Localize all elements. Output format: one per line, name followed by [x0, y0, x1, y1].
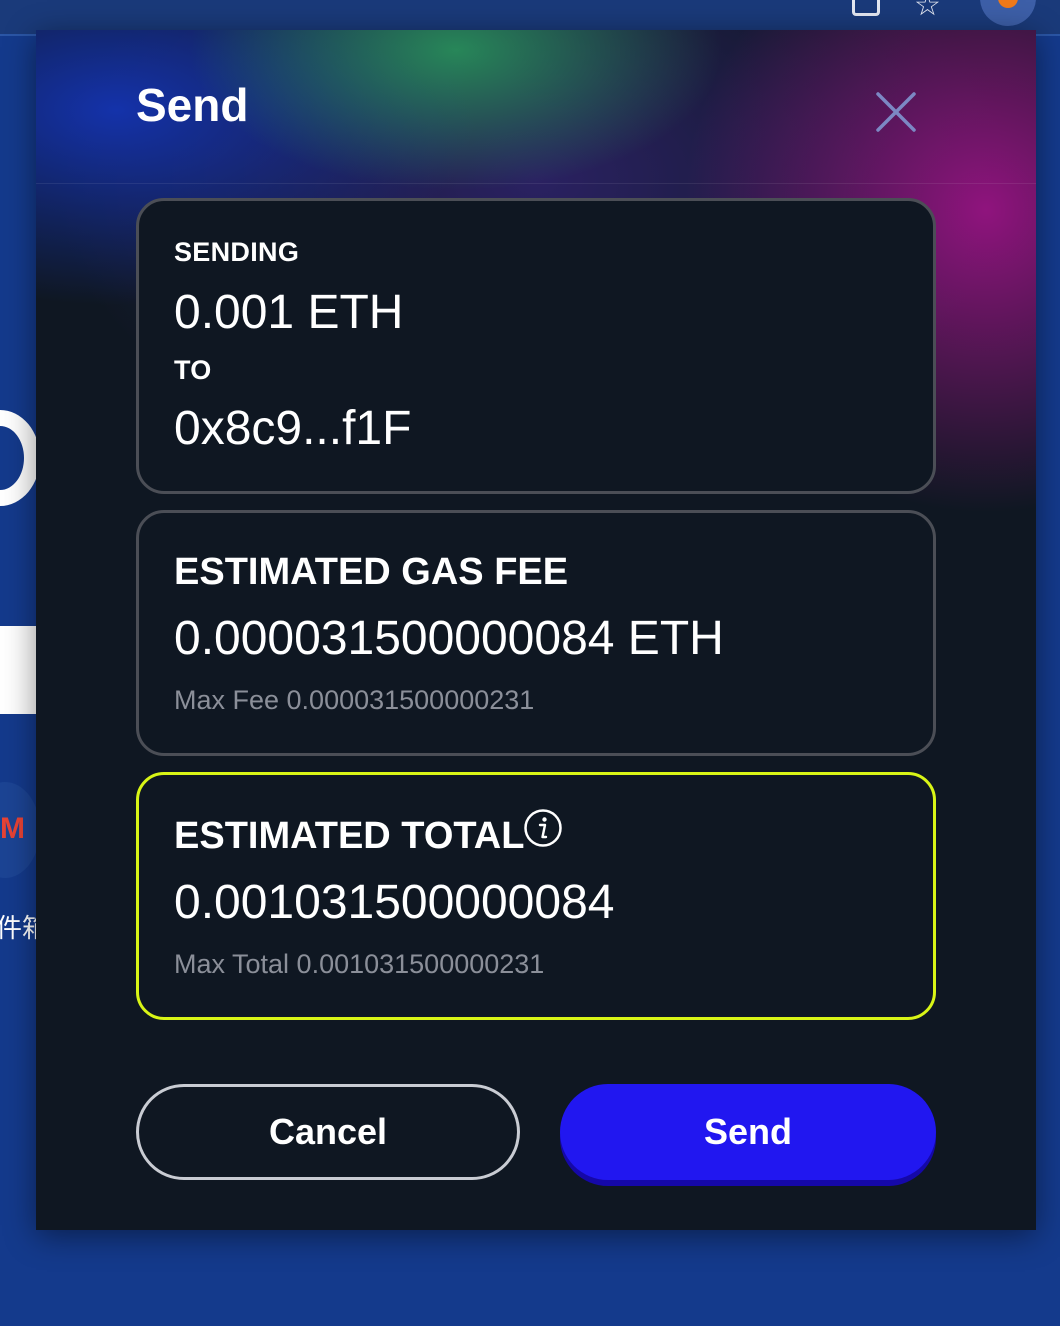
- estimated-total-card: ESTIMATED TOTAL 0.001031500000084 Max To…: [136, 772, 936, 1020]
- gas-fee-card: ESTIMATED GAS FEE 0.000031500000084 ETH …: [136, 510, 936, 756]
- estimated-total-label: ESTIMATED TOTAL: [174, 815, 525, 857]
- background-search-box-fragment: [0, 626, 40, 714]
- close-icon[interactable]: [874, 90, 918, 134]
- max-total-text: Max Total 0.001031500000231: [174, 949, 545, 979]
- sending-summary-card: SENDING 0.001 ETH TO 0x8c9...f1F: [136, 198, 936, 494]
- extension-avatar-icon[interactable]: [980, 0, 1036, 26]
- send-button[interactable]: Send: [560, 1084, 936, 1180]
- modal-header: Send: [36, 30, 1036, 184]
- background-logo-fragment: [0, 410, 40, 506]
- modal-title: Send: [136, 79, 249, 131]
- max-fee-text: Max Fee 0.000031500000231: [174, 685, 535, 715]
- sending-label: SENDING: [174, 237, 300, 267]
- gas-fee-label: ESTIMATED GAS FEE: [174, 551, 569, 593]
- send-modal: Send SENDING 0.001 ETH TO 0x8c9...f1F ES…: [36, 30, 1036, 1230]
- bookmark-star-icon[interactable]: ☆: [914, 0, 941, 23]
- info-icon[interactable]: [523, 808, 563, 848]
- recipient-address: 0x8c9...f1F: [174, 402, 412, 455]
- cancel-button[interactable]: Cancel: [136, 1084, 520, 1180]
- gas-fee-value: 0.000031500000084 ETH: [174, 612, 724, 665]
- to-label: TO: [174, 355, 212, 385]
- share-icon[interactable]: [852, 0, 880, 16]
- gmail-shortcut-icon: M: [0, 782, 40, 878]
- estimated-total-value: 0.001031500000084: [174, 876, 615, 929]
- sending-amount: 0.001 ETH: [174, 286, 404, 339]
